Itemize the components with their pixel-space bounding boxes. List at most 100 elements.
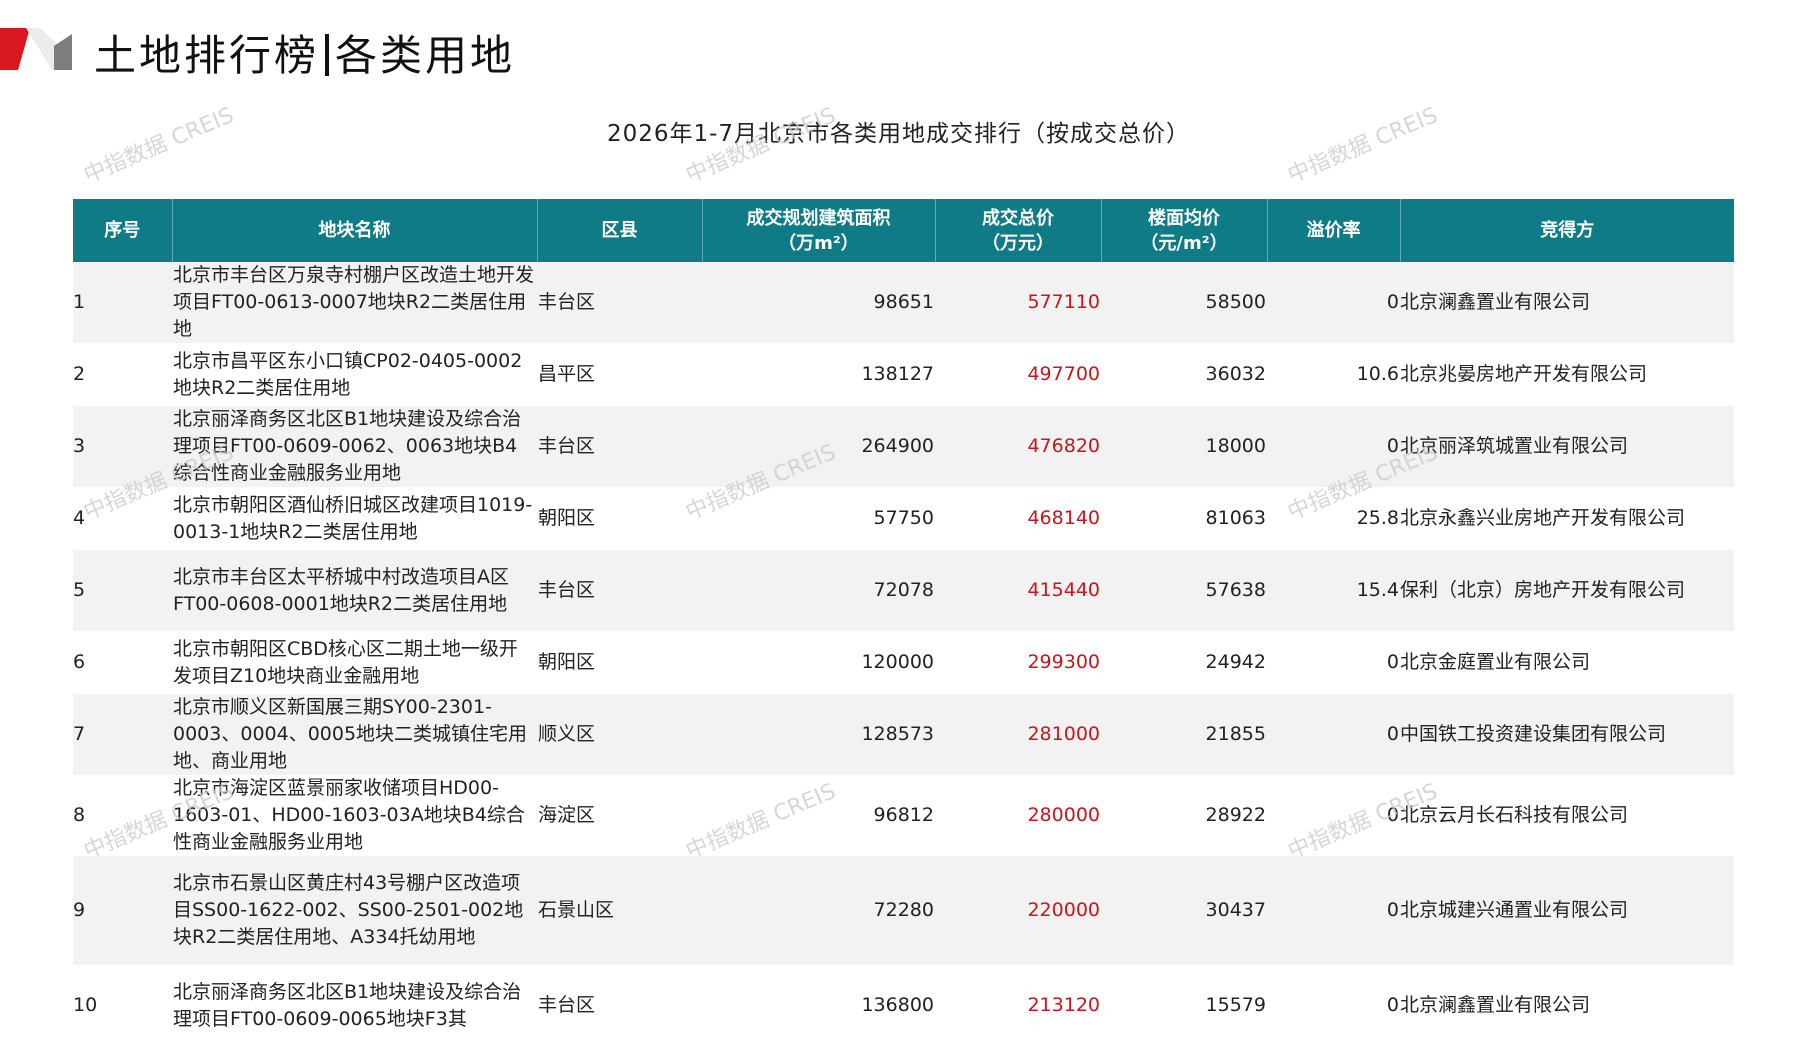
table-row: 8 北京市海淀区蓝景丽家收储项目HD00-1603-01、HD00-1603-0… — [73, 775, 1734, 856]
cell-buyer: 中国铁工投资建设集团有限公司 — [1400, 694, 1734, 775]
cell-rank: 8 — [73, 804, 86, 826]
table-row: 5 北京市丰台区太平桥城中村改造项目A区FT00-0608-0001地块R2二类… — [73, 550, 1734, 631]
cell-total-price: 299300 — [1027, 651, 1100, 673]
table-row: 9 北京市石景山区黄庄村43号棚户区改造项目SS00-1622-002、SS00… — [73, 856, 1734, 965]
cell-buyer: 北京澜鑫置业有限公司 — [1400, 994, 1591, 1016]
cell-parcel-name: 北京市朝阳区CBD核心区二期土地一级开发项目Z10地块商业金融用地 — [173, 637, 518, 687]
column-header-unit-price: 楼面均价 （元/m²） — [1101, 199, 1268, 262]
cell-premium: 0 — [1267, 694, 1400, 775]
cell-unit-price: 28922 — [1205, 804, 1266, 826]
cell-premium: 0 — [1267, 262, 1400, 343]
cell-district: 丰台区 — [537, 262, 702, 343]
cell-unit-price: 15579 — [1205, 994, 1266, 1016]
cell-premium: 25.8 — [1356, 507, 1399, 529]
cell-parcel-name: 北京市顺义区新国展三期SY00-2301-0003、0004、0005地块二类城… — [172, 694, 537, 775]
cell-total-price: 281000 — [935, 694, 1101, 775]
cell-premium: 15.4 — [1267, 550, 1400, 631]
cell-total-price: 415440 — [935, 550, 1101, 631]
cell-rank: 10 — [73, 994, 98, 1016]
cell-rank: 7 — [73, 694, 172, 775]
title-separator — [325, 34, 330, 76]
column-header-parcel-name: 地块名称 — [172, 199, 538, 262]
cell-district: 海淀区 — [538, 804, 596, 826]
column-header-premium: 溢价率 — [1267, 199, 1401, 262]
cell-rank: 2 — [73, 363, 86, 385]
cell-parcel-name: 北京市丰台区万泉寺村棚户区改造土地开发项目FT00-0613-0007地块R2二… — [172, 262, 537, 343]
cell-area: 72280 — [702, 856, 935, 965]
cell-buyer: 北京澜鑫置业有限公司 — [1400, 262, 1734, 343]
column-header-area: 成交规划建筑面积 （万m²） — [702, 199, 936, 262]
cell-premium: 0 — [1267, 856, 1400, 965]
column-header-district: 区县 — [537, 199, 703, 262]
cell-parcel-name: 北京市朝阳区酒仙桥旧城区改建项目1019-0013-1地块R2二类居住用地 — [173, 493, 533, 543]
cell-total-price: 497700 — [1027, 363, 1100, 385]
table-row: 4 北京市朝阳区酒仙桥旧城区改建项目1019-0013-1地块R2二类居住用地 … — [73, 487, 1734, 550]
cell-parcel-name: 北京市石景山区黄庄村43号棚户区改造项目SS00-1622-002、SS00-2… — [172, 856, 537, 965]
table-header-row: 序号 地块名称 区县 成交规划建筑面积 （万m²） 成交总价 （万元） 楼面均价 （元… — [73, 199, 1734, 262]
cell-area: 128573 — [702, 694, 935, 775]
cell-rank: 5 — [73, 550, 172, 631]
cell-rank: 1 — [73, 262, 172, 343]
page-title-main: 土地排行榜 — [94, 31, 320, 80]
cell-premium: 0 — [1386, 994, 1399, 1016]
cell-rank: 4 — [73, 507, 86, 529]
cell-premium: 0 — [1267, 406, 1400, 487]
cell-total-price: 220000 — [935, 856, 1101, 965]
cell-rank: 3 — [73, 406, 172, 487]
cell-district: 丰台区 — [537, 550, 702, 631]
cell-parcel-name: 北京丽泽商务区北区B1地块建设及综合治理项目FT00-0609-0062、006… — [172, 406, 537, 487]
cell-total-price: 577110 — [935, 262, 1101, 343]
cell-area: 57750 — [873, 507, 934, 529]
cell-unit-price: 36032 — [1205, 363, 1266, 385]
cell-district: 昌平区 — [538, 363, 596, 385]
cell-unit-price: 58500 — [1101, 262, 1267, 343]
cell-premium: 0 — [1386, 804, 1399, 826]
column-header-buyer: 竞得方 — [1400, 199, 1734, 262]
cell-total-price: 213120 — [1027, 994, 1100, 1016]
cell-buyer: 北京丽泽筑城置业有限公司 — [1400, 406, 1734, 487]
column-header-rank: 序号 — [73, 199, 173, 262]
brand-logo-icon — [0, 28, 72, 70]
cell-buyer: 北京兆晏房地产开发有限公司 — [1400, 363, 1648, 385]
cell-total-price: 476820 — [935, 406, 1101, 487]
cell-parcel-name: 北京市昌平区东小口镇CP02-0405-0002地块R2二类居住用地 — [173, 349, 523, 399]
cell-unit-price: 30437 — [1101, 856, 1267, 965]
cell-total-price: 280000 — [1027, 804, 1100, 826]
cell-total-price: 468140 — [1027, 507, 1100, 529]
cell-district: 朝阳区 — [538, 651, 596, 673]
report-title: 2026年1-7月北京市各类用地成交排行（按成交总价） — [606, 121, 1191, 147]
table-row: 6 北京市朝阳区CBD核心区二期土地一级开发项目Z10地块商业金融用地 朝阳区 … — [73, 631, 1734, 694]
cell-parcel-name: 北京丽泽商务区北区B1地块建设及综合治理项目FT00-0609-0065地块F3… — [173, 980, 522, 1030]
cell-buyer: 北京永鑫兴业房地产开发有限公司 — [1400, 507, 1686, 529]
cell-district: 丰台区 — [538, 994, 596, 1016]
cell-unit-price: 81063 — [1205, 507, 1266, 529]
cell-parcel-name: 北京市海淀区蓝景丽家收储项目HD00-1603-01、HD00-1603-03A… — [173, 777, 525, 853]
table-row: 2 北京市昌平区东小口镇CP02-0405-0002地块R2二类居住用地 昌平区… — [73, 343, 1734, 406]
cell-area: 72078 — [702, 550, 935, 631]
table-row: 1 北京市丰台区万泉寺村棚户区改造土地开发项目FT00-0613-0007地块R… — [73, 262, 1734, 343]
cell-area: 98651 — [702, 262, 935, 343]
cell-buyer: 保利（北京）房地产开发有限公司 — [1400, 550, 1734, 631]
table-row: 3 北京丽泽商务区北区B1地块建设及综合治理项目FT00-0609-0062、0… — [73, 406, 1734, 487]
cell-buyer: 北京城建兴通置业有限公司 — [1400, 856, 1734, 965]
cell-district: 丰台区 — [537, 406, 702, 487]
ranking-table: 序号 地块名称 区县 成交规划建筑面积 （万m²） 成交总价 （万元） 楼面均价 （元… — [73, 199, 1734, 1046]
cell-rank: 6 — [73, 651, 86, 673]
page-title: 土地排行榜 各类用地 — [94, 22, 515, 83]
page-title-sub: 各类用地 — [335, 31, 516, 80]
cell-area: 120000 — [861, 651, 934, 673]
cell-premium: 0 — [1386, 651, 1399, 673]
cell-unit-price: 24942 — [1205, 651, 1266, 673]
table-row: 10 北京丽泽商务区北区B1地块建设及综合治理项目FT00-0609-0065地… — [73, 965, 1734, 1046]
cell-area: 138127 — [861, 363, 934, 385]
cell-unit-price: 57638 — [1101, 550, 1267, 631]
cell-unit-price: 21855 — [1101, 694, 1267, 775]
cell-district: 朝阳区 — [538, 507, 596, 529]
column-header-total-price: 成交总价 （万元） — [935, 199, 1102, 262]
cell-district: 顺义区 — [537, 694, 702, 775]
cell-area: 264900 — [702, 406, 935, 487]
cell-buyer: 北京金庭置业有限公司 — [1400, 651, 1591, 673]
cell-buyer: 北京云月长石科技有限公司 — [1400, 804, 1629, 826]
cell-area: 96812 — [873, 804, 934, 826]
cell-parcel-name: 北京市丰台区太平桥城中村改造项目A区FT00-0608-0001地块R2二类居住… — [172, 550, 537, 631]
